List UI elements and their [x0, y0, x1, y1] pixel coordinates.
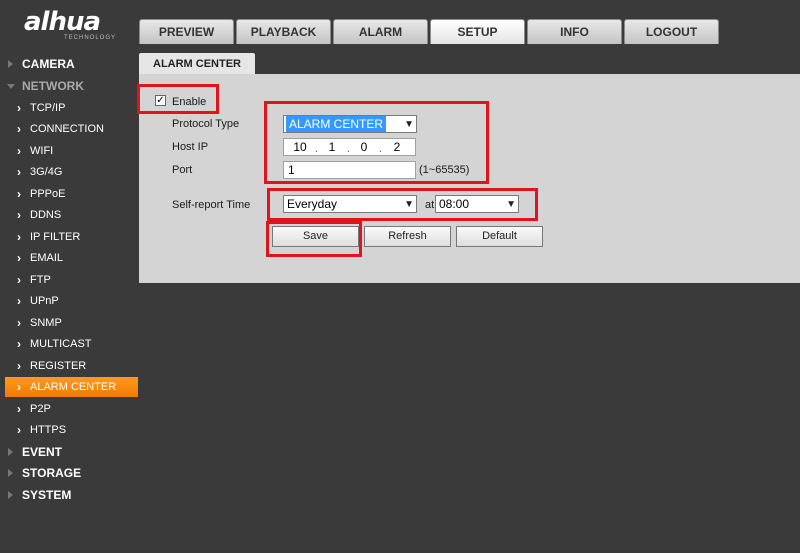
default-button[interactable]: Default	[456, 226, 543, 247]
sidebar-item-label: STORAGE	[22, 466, 82, 480]
sidebar-item-multicast[interactable]: › MULTICAST	[0, 334, 138, 354]
chevron-right-icon: ›	[17, 143, 21, 158]
tab-playback[interactable]: PLAYBACK	[236, 19, 331, 44]
sidebar-item-label: DDNS	[30, 209, 62, 221]
sidebar-item-p2p[interactable]: › P2P	[0, 399, 138, 419]
chevron-right-icon: ›	[17, 380, 21, 394]
header-bar: alhua TECHNOLOGY PREVIEW PLAYBACK ALARM …	[0, 0, 800, 46]
host-ip-label: Host IP	[172, 141, 209, 153]
sidebar-item-label: IP FILTER	[30, 230, 81, 243]
sidebar-item-connection[interactable]: › CONNECTION	[0, 119, 138, 139]
tab-alarm[interactable]: ALARM	[333, 19, 428, 44]
sidebar-item-register[interactable]: › REGISTER	[0, 356, 138, 376]
sidebar-item-label: FTP	[30, 273, 51, 286]
sidebar-item-camera[interactable]: CAMERA	[0, 54, 138, 74]
port-label: Port	[172, 164, 193, 176]
chevron-right-icon: ›	[17, 229, 21, 244]
tab-preview[interactable]: PREVIEW	[139, 19, 234, 44]
sidebar-item-upnp[interactable]: › UPnP	[0, 291, 138, 311]
schedule-highlight-box	[267, 188, 538, 221]
sidebar-item-label: HTTPS	[30, 424, 67, 436]
sidebar-item-label: SYSTEM	[22, 488, 72, 502]
expand-arrow-icon	[8, 448, 13, 456]
sidebar-item-label: CAMERA	[22, 57, 75, 71]
tab-setup[interactable]: SETUP	[430, 19, 525, 44]
chevron-right-icon: ›	[17, 251, 21, 265]
sidebar-item-label: SNMP	[30, 316, 62, 329]
sidebar-item-label: TCP/IP	[30, 101, 66, 114]
expand-arrow-icon	[8, 491, 13, 499]
self-report-time-label: Self-report Time	[172, 199, 251, 211]
chevron-right-icon: ›	[17, 186, 21, 201]
sidebar-item-system[interactable]: SYSTEM	[0, 485, 138, 505]
expand-arrow-icon	[8, 60, 13, 68]
logo-text: alhua	[24, 7, 101, 37]
sidebar-item-snmp[interactable]: › SNMP	[0, 313, 138, 333]
sidebar-item-label: ALARM CENTER	[30, 381, 117, 393]
settings-highlight-box	[264, 101, 489, 184]
expand-arrow-icon	[8, 469, 13, 477]
sidebar-item-storage[interactable]: STORAGE	[0, 463, 138, 483]
page-title-tab: ALARM CENTER	[139, 53, 255, 75]
sidebar-item-label: EMAIL	[30, 252, 64, 264]
chevron-right-icon: ›	[17, 315, 21, 330]
sidebar-item-ddns[interactable]: › DDNS	[0, 205, 138, 225]
chevron-right-icon: ›	[17, 165, 21, 179]
refresh-button[interactable]: Refresh	[364, 226, 451, 247]
sidebar-item-tcpip[interactable]: › TCP/IP	[0, 98, 138, 118]
sidebar-item-label: NETWORK	[22, 79, 84, 93]
chevron-right-icon: ›	[17, 272, 21, 287]
chevron-right-icon: ›	[17, 208, 21, 222]
sidebar-item-label: 3G/4G	[30, 166, 63, 178]
save-highlight-box	[266, 221, 362, 257]
sidebar-item-3g4g[interactable]: › 3G/4G	[0, 162, 138, 182]
protocol-type-label: Protocol Type	[172, 118, 240, 130]
sidebar-item-email[interactable]: › EMAIL	[0, 248, 138, 268]
chevron-right-icon: ›	[17, 294, 21, 308]
sidebar-item-network[interactable]: NETWORK	[0, 76, 138, 96]
sidebar-item-label: MULTICAST	[30, 338, 92, 350]
sidebar-item-label: P2P	[30, 402, 51, 415]
enable-highlight-box	[137, 84, 219, 114]
sidebar-item-https[interactable]: › HTTPS	[0, 420, 138, 440]
sidebar-item-ftp[interactable]: › FTP	[0, 270, 138, 290]
tab-info[interactable]: INFO	[527, 19, 622, 44]
logo-tagline: TECHNOLOGY	[64, 35, 117, 41]
chevron-right-icon: ›	[17, 358, 21, 373]
sidebar-item-label: REGISTER	[30, 359, 87, 372]
chevron-right-icon: ›	[17, 122, 21, 136]
chevron-right-icon: ›	[17, 423, 21, 437]
sidebar-item-wifi[interactable]: › WIFI	[0, 141, 138, 161]
chevron-right-icon: ›	[17, 401, 21, 416]
sidebar-item-label: WIFI	[30, 144, 54, 157]
sidebar-item-ip-filter[interactable]: › IP FILTER	[0, 227, 138, 247]
collapse-arrow-icon	[7, 84, 15, 89]
sidebar-item-alarm-center[interactable]: › ALARM CENTER	[5, 377, 138, 397]
chevron-right-icon: ›	[17, 100, 21, 115]
sidebar-item-label: UPnP	[30, 295, 59, 307]
sidebar-item-event[interactable]: EVENT	[0, 442, 138, 462]
sidebar-item-label: EVENT	[22, 445, 63, 459]
chevron-right-icon: ›	[17, 337, 21, 351]
sidebar-item-pppoe[interactable]: › PPPoE	[0, 184, 138, 204]
sidebar-item-label: CONNECTION	[30, 123, 104, 135]
tab-logout[interactable]: LOGOUT	[624, 19, 719, 44]
sidebar-item-label: PPPoE	[30, 187, 66, 200]
